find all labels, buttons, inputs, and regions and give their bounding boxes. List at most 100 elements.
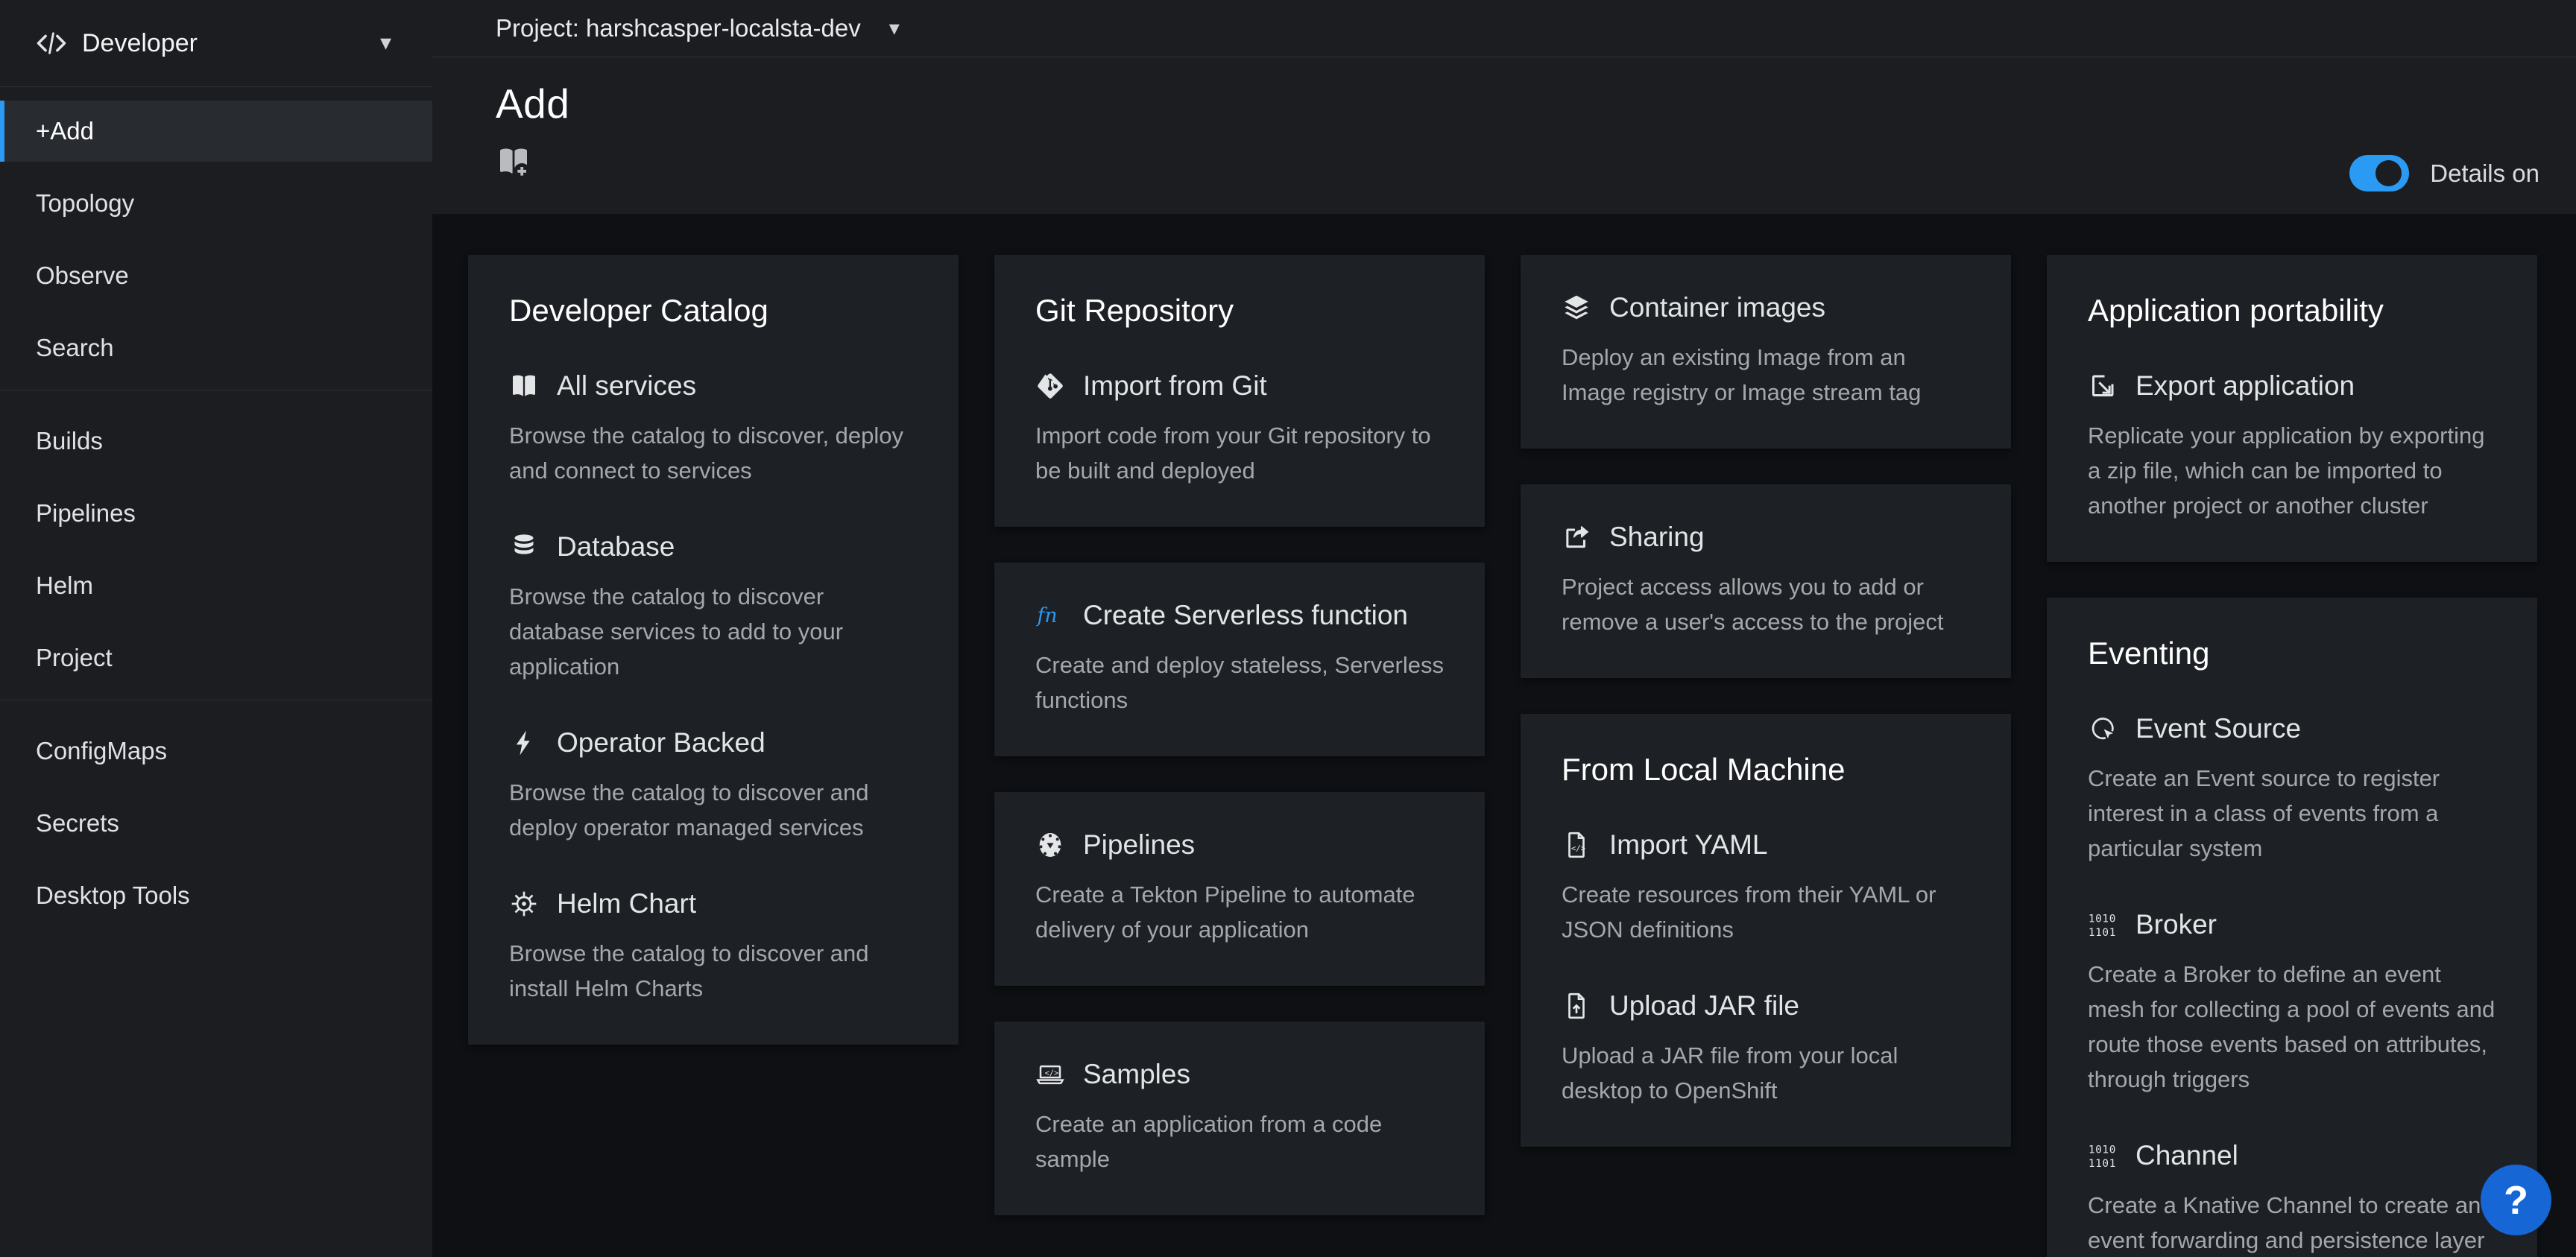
add-item-pipelines[interactable]: PipelinesCreate a Tekton Pipeline to aut… (1035, 829, 1444, 947)
add-card: SharingProject access allows you to add … (1521, 484, 2011, 678)
sidebar-item-add[interactable]: +Add (0, 101, 432, 162)
main-area: Project: harshcasper-localsta-dev ▾ Add … (432, 0, 2576, 1257)
sidebar-item-helm[interactable]: Helm (0, 555, 432, 616)
add-item-create-serverless-function[interactable]: fn Create Serverless function Create and d… (1035, 600, 1444, 718)
item-title: Samples (1083, 1059, 1190, 1090)
card-title: Eventing (2088, 635, 2496, 672)
svg-text:1101: 1101 (2089, 927, 2116, 939)
channel-icon: 1010 1101 (2088, 1141, 2118, 1171)
perspective-label: Developer (82, 29, 198, 58)
item-title: Event Source (2135, 713, 2301, 744)
add-card: PipelinesCreate a Tekton Pipeline to aut… (994, 792, 1485, 986)
helm-icon (509, 889, 539, 919)
database-icon (509, 532, 539, 562)
card-column: Git RepositoryImport from GitImport code… (994, 255, 1485, 1251)
bolt-icon (509, 728, 539, 758)
svg-text:fn: fn (1036, 604, 1058, 627)
details-toggle-switch[interactable] (2349, 155, 2409, 191)
card-title: Application portability (2088, 292, 2496, 329)
sidebar-item-builds[interactable]: Builds (0, 411, 432, 472)
add-card: </> Samples Create an application from a c… (994, 1022, 1485, 1215)
details-toggle-label: Details on (2430, 159, 2539, 188)
sidebar-item-configmaps[interactable]: ConfigMaps (0, 721, 432, 782)
sidebar-item-observe[interactable]: Observe (0, 245, 432, 306)
item-description: Browse the catalog to discover and insta… (509, 936, 918, 1006)
item-description: Deploy an existing Image from an Image r… (1562, 340, 1970, 410)
project-selector[interactable]: Project: harshcasper-localsta-dev ▾ (496, 14, 900, 42)
item-heading: fn Create Serverless function (1035, 600, 1444, 631)
details-toggle-group: Details on (2349, 155, 2539, 191)
add-cards-area: Developer Catalog All servicesBrowse the … (432, 215, 2576, 1257)
function-icon: fn (1035, 601, 1065, 630)
samples-icon: </> (1035, 1060, 1065, 1089)
item-description: Create a Tekton Pipeline to automate del… (1035, 877, 1444, 947)
item-title: Import YAML (1609, 829, 1767, 861)
add-item-helm-chart[interactable]: Helm Chart Browse the catalog to discover… (509, 888, 918, 1006)
sidebar-item-desktop-tools[interactable]: Desktop Tools (0, 865, 432, 926)
svg-text:</>: </> (1045, 1069, 1059, 1078)
item-heading: Operator Backed (509, 727, 918, 759)
add-item-sharing[interactable]: SharingProject access allows you to add … (1562, 522, 1970, 639)
item-title: Operator Backed (557, 727, 765, 759)
add-item-database[interactable]: Database Browse the catalog to discover d… (509, 531, 918, 684)
sidebar-item-search[interactable]: Search (0, 317, 432, 379)
card-title: Developer Catalog (509, 292, 918, 329)
add-item-upload-jar-file[interactable]: Upload JAR file Upload a JAR file from yo… (1562, 990, 1970, 1108)
item-heading: 10101101Channel (2088, 1140, 2496, 1171)
item-description: Create an application from a code sample (1035, 1106, 1444, 1177)
add-item-channel[interactable]: 10101101ChannelCreate a Knative Channel … (2088, 1140, 2496, 1257)
add-item-import-from-git[interactable]: Import from GitImport code from your Git… (1035, 370, 1444, 488)
item-title: Export application (2135, 370, 2355, 402)
add-item-all-services[interactable]: All servicesBrowse the catalog to discov… (509, 370, 918, 488)
perspective-switcher[interactable]: Developer ▾ (0, 0, 432, 87)
card-title: From Local Machine (1562, 751, 1970, 788)
item-heading: </> Samples (1035, 1059, 1444, 1090)
item-title: Helm Chart (557, 888, 696, 919)
pipelines-icon (1035, 830, 1065, 860)
file-upload-icon (1562, 991, 1591, 1021)
add-item-event-source[interactable]: Event Source Create an Event source to re… (2088, 713, 2496, 866)
item-description: Browse the catalog to discover, deploy a… (509, 418, 918, 488)
sidebar-item-pipelines[interactable]: Pipelines (0, 483, 432, 544)
item-heading: Upload JAR file (1562, 990, 1970, 1022)
item-description: Project access allows you to add or remo… (1562, 569, 1970, 639)
add-item-operator-backed[interactable]: Operator Backed Browse the catalog to dis… (509, 727, 918, 845)
add-item-export-application[interactable]: Export applicationReplicate your applica… (2088, 370, 2496, 523)
add-item-import-yaml[interactable]: </>Import YAMLCreate resources from thei… (1562, 829, 1970, 947)
add-card: Eventing Event Source Create an Event sour… (2047, 598, 2537, 1257)
item-description: Upload a JAR file from your local deskto… (1562, 1038, 1970, 1108)
add-item-samples[interactable]: </> Samples Create an application from a c… (1035, 1059, 1444, 1177)
add-item-broker[interactable]: 10101101BrokerCreate a Broker to define … (2088, 909, 2496, 1097)
item-description: Create and deploy stateless, Serverless … (1035, 648, 1444, 718)
help-button-label: ? (2504, 1180, 2528, 1220)
help-button[interactable]: ? (2481, 1165, 2551, 1235)
add-item-container-images[interactable]: Container imagesDeploy an existing Image… (1562, 292, 1970, 410)
svg-text:1101: 1101 (2089, 1158, 2116, 1170)
item-description: Create an Event source to register inter… (2088, 761, 2496, 866)
item-heading: Event Source (2088, 713, 2496, 744)
chevron-down-icon: ▾ (380, 32, 391, 54)
item-description: Browse the catalog to discover and deplo… (509, 775, 918, 845)
item-title: Database (557, 531, 675, 563)
share-icon (1562, 522, 1591, 552)
toggle-knob (2375, 160, 2402, 186)
item-heading: Export application (2088, 370, 2496, 402)
sidebar-item-secrets[interactable]: Secrets (0, 793, 432, 854)
item-description: Browse the catalog to discover database … (509, 579, 918, 684)
card-column: Container imagesDeploy an existing Image… (1521, 255, 2011, 1182)
item-title: Create Serverless function (1083, 600, 1408, 631)
item-heading: Import from Git (1035, 370, 1444, 402)
quick-start-book-plus-icon[interactable] (496, 144, 531, 180)
sidebar-item-project[interactable]: Project (0, 627, 432, 688)
svg-text:1010: 1010 (2089, 1144, 2116, 1156)
git-icon (1035, 371, 1065, 401)
page-header: Add Details on (432, 57, 2576, 214)
page-title: Add (496, 80, 2576, 127)
file-code-icon: </> (1562, 830, 1591, 860)
sidebar-item-topology[interactable]: Topology (0, 173, 432, 234)
broker-icon: 1010 1101 (2088, 910, 2118, 940)
item-description: Create a Knative Channel to create an ev… (2088, 1188, 2496, 1257)
item-title: Upload JAR file (1609, 990, 1799, 1022)
item-heading: 10101101Broker (2088, 909, 2496, 940)
svg-text:1010: 1010 (2089, 914, 2116, 925)
